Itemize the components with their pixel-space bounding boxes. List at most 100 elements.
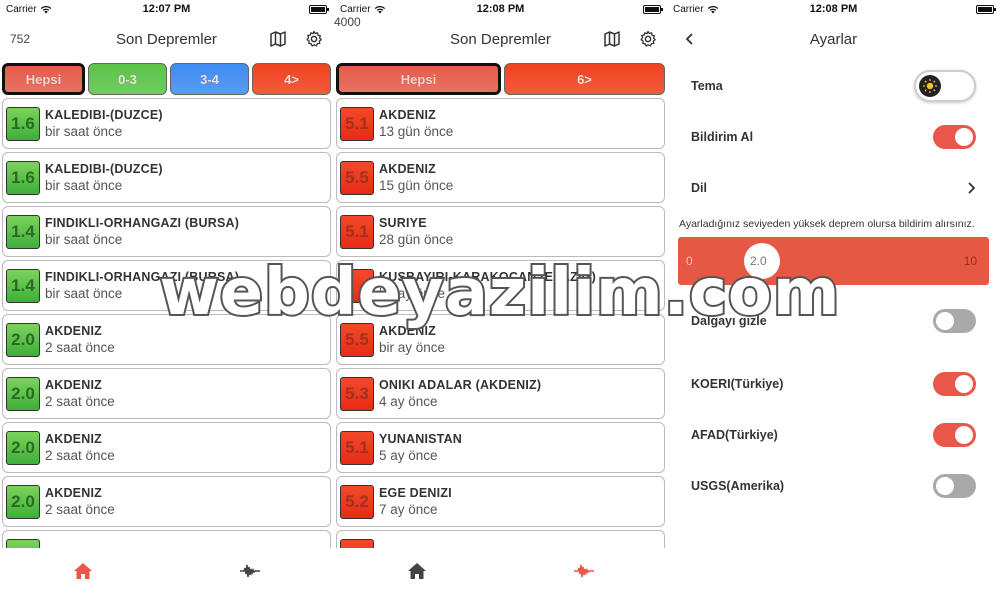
quake-row[interactable]: 2.0 AKDENIZ 2 saat önce [2,422,331,473]
quake-row[interactable]: KUSBAYIRI-KARAKOCAN (ELAZIG) bir ay önce [336,260,665,311]
quake-row[interactable]: 5.1 AKDENIZ 13 gün önce [336,98,665,149]
quake-time: bir ay önce [379,340,446,355]
quake-row[interactable]: 2.0 AKDENIZ 2 saat önce [2,368,331,419]
quake-location: AKDENIZ [379,324,436,338]
tab-home-icon[interactable] [407,561,427,581]
threshold-note: Ayarladığınız seviyeden yüksek deprem ol… [679,218,975,230]
notification-row: Bildirim Al [691,111,976,162]
quake-row[interactable]: 5.3 ONIKI ADALAR (AKDENIZ) 4 ay önce [336,368,665,419]
filter-button[interactable]: Hepsi [2,63,85,95]
threshold-slider[interactable]: 0 2.0 10 [678,237,989,285]
magnitude-badge: 5.1 [340,430,374,465]
quake-time: 2 saat önce [45,448,115,463]
hide-wave-toggle[interactable] [933,308,976,333]
notification-toggle[interactable] [933,124,976,149]
source-toggle[interactable] [933,422,976,447]
quake-row[interactable]: 5.5 AKDENIZ bir ay önce [336,314,665,365]
magnitude-badge: 5.1 [340,106,374,141]
magnitude-badge: 5.3 [340,376,374,411]
carrier-label: Carrier [6,3,37,15]
map-icon[interactable] [269,30,287,48]
quake-location: EGE DENIZI [379,486,452,500]
wifi-icon [374,5,385,13]
battery-icon [976,4,996,14]
chevron-right-icon [968,181,976,194]
quake-time: 13 gün önce [379,124,454,139]
quake-row[interactable]: 1.6 KALEDIBI-(DUZCE) bir saat önce [2,152,331,203]
quake-location: SURIYE [379,216,427,230]
quake-time: 7 ay önce [379,502,438,517]
quake-location: AKDENIZ [379,162,436,176]
gear-icon[interactable] [639,30,657,48]
magnitude-badge [340,268,374,303]
theme-label: Tema [691,78,723,93]
quake-time: bir saat önce [45,124,123,139]
quake-time: bir ay önce [379,286,446,301]
theme-toggle[interactable] [914,69,976,102]
quake-time: 2 saat önce [45,502,115,517]
status-bar: Carrier 12:07 PM [0,0,333,18]
quake-row[interactable]: 1.6 KALEDIBI-(DUZCE) bir saat önce [2,98,331,149]
quake-row[interactable]: 1.4 FINDIKLI-ORHANGAZI (BURSA) bir saat ön… [2,260,331,311]
quake-row[interactable]: 5.1 SURIYE 28 gün önce [336,206,665,257]
quake-location: ONIKI ADALAR (AKDENIZ) [379,378,542,392]
quake-time: bir saat önce [45,178,123,193]
source-toggle[interactable] [933,473,976,498]
quake-row[interactable]: 5.2 EGE DENIZI 7 ay önce [336,476,665,527]
quake-location: FINDIKLI-ORHANGAZI (BURSA) [45,270,240,284]
back-chevron-icon[interactable] [683,30,697,48]
source-row: AFAD(Türkiye) [691,409,976,460]
quake-time: 28 gün önce [379,232,454,247]
nav-bar: 752 Son Depremler [0,18,333,60]
quake-location: AKDENIZ [379,108,436,122]
quake-row[interactable]: 5.5 AKDENIZ 15 gün önce [336,152,665,203]
language-row[interactable]: Dil [691,162,976,213]
quake-row[interactable]: 1.4 FINDIKLI-ORHANGAZI (BURSA) bir saat ön… [2,206,331,257]
quake-row[interactable]: 5.1 YUNANISTAN 5 ay önce [336,422,665,473]
quake-list-screen-large: Carrier 12:08 PM 4000 Son Depremler Heps… [334,0,667,593]
filter-button[interactable]: Hepsi [336,63,501,95]
tab-seismograph-icon[interactable] [239,561,260,581]
quake-count: 4000 [334,15,361,29]
nav-bar: Ayarlar [667,18,1000,60]
page-title: Son Depremler [450,30,551,48]
quake-location: AKDENIZ [45,486,102,500]
magnitude-badge: 5.5 [340,160,374,195]
hide-wave-label: Dalgayı gizle [691,313,767,328]
slider-min-label: 0 [686,254,693,268]
wifi-icon [40,5,51,13]
slider-max-label: 10 [963,254,977,268]
status-bar: Carrier 12:08 PM [667,0,1000,18]
quake-row[interactable]: 2.0 AKDENIZ 2 saat önce [2,476,331,527]
quake-list-screen-recent: Carrier 12:07 PM 752 Son Depremler Hepsi… [0,0,333,593]
nav-bar: 4000 Son Depremler [334,15,667,60]
quake-list: 5.1 AKDENIZ 13 gün önce 5.5 AKDENIZ 15 gün ön… [334,98,667,581]
quake-location: AKDENIZ [45,378,102,392]
source-label: KOERI(Türkiye) [691,376,784,391]
tab-seismograph-icon[interactable] [573,561,594,581]
source-row: KOERI(Türkiye) [691,358,976,409]
map-icon[interactable] [603,30,621,48]
theme-row: Tema [691,60,976,111]
quake-location: AKDENIZ [45,432,102,446]
page-title: Ayarlar [809,30,858,48]
source-row: USGS(Amerika) [691,460,976,511]
source-toggle[interactable] [933,371,976,396]
carrier-label: Carrier [673,3,704,15]
magnitude-filter-bar: Hepsi 0-3 3-4 4> [0,63,333,95]
quake-time: 5 ay önce [379,448,438,463]
filter-button[interactable]: 3-4 [170,63,249,95]
filter-button[interactable]: 4> [252,63,331,95]
filter-button[interactable]: 6> [504,63,665,95]
quake-row[interactable]: 2.0 AKDENIZ 2 saat önce [2,314,331,365]
magnitude-badge: 1.6 [6,160,40,195]
quake-time: 2 saat önce [45,340,115,355]
gear-icon[interactable] [305,30,323,48]
quake-count: 752 [10,32,31,46]
filter-button[interactable]: 0-3 [88,63,167,95]
magnitude-filter-bar: Hepsi 6> [334,63,667,95]
notification-label: Bildirim Al [691,129,754,144]
tab-home-icon[interactable] [73,561,93,581]
quake-location: KALEDIBI-(DUZCE) [45,162,163,176]
quake-time: bir saat önce [45,232,123,247]
